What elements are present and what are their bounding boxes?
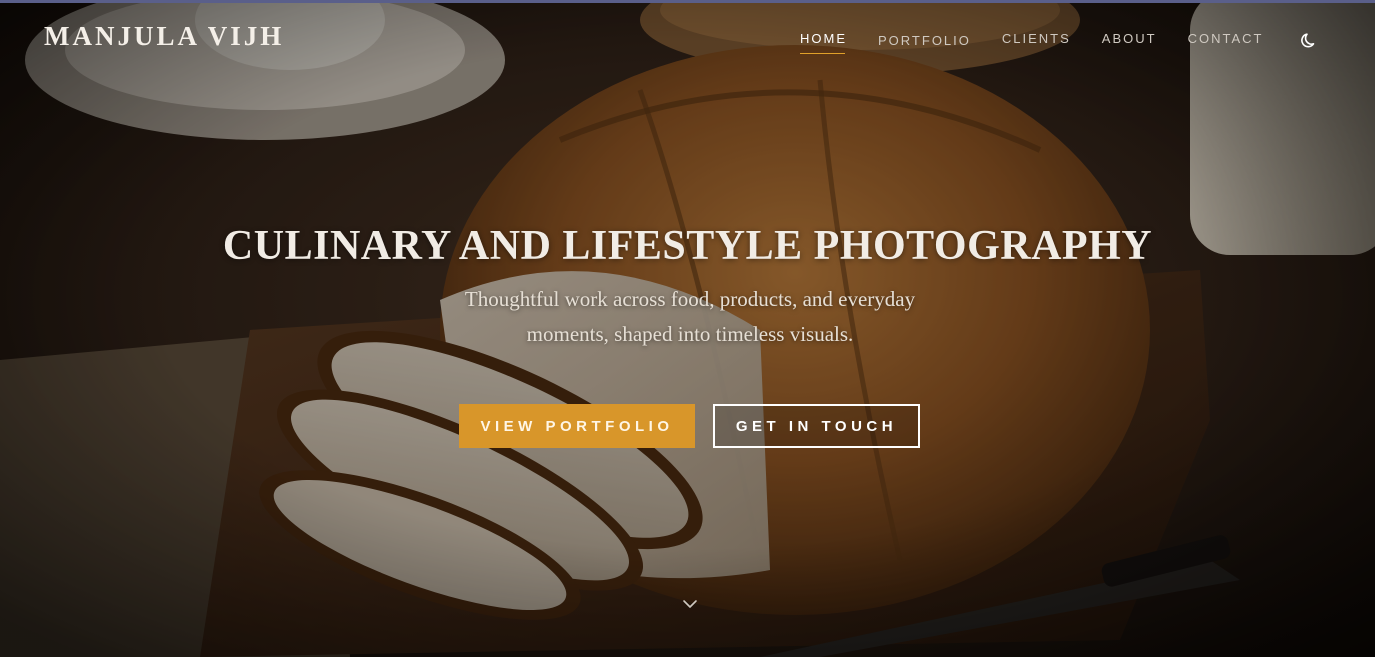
chevron-down-icon xyxy=(683,600,697,608)
theme-toggle-button[interactable] xyxy=(1300,30,1320,50)
hero-title: CULINARY AND LIFESTYLE PHOTOGRAPHY xyxy=(222,223,1153,269)
hero-subtitle-line-2: moments, shaped into timeless visuals. xyxy=(526,322,854,346)
hero-subtitle-line-1: Thoughtful work across food, products, a… xyxy=(464,287,916,311)
nav-portfolio[interactable]: PORTFOLIO xyxy=(878,33,971,48)
top-accent-line xyxy=(0,0,1375,3)
main-nav: HOME PORTFOLIO CLIENTS ABOUT CONTACT xyxy=(800,29,1264,54)
site-header: MANJULA VIJH HOME PORTFOLIO CLIENTS ABOU… xyxy=(0,3,1375,73)
page: MANJULA VIJH HOME PORTFOLIO CLIENTS ABOU… xyxy=(0,0,1375,657)
nav-about[interactable]: ABOUT xyxy=(1102,31,1157,46)
nav-contact[interactable]: CONTACT xyxy=(1188,31,1264,46)
hero-subtitle: Thoughtful work across food, products, a… xyxy=(440,282,940,352)
nav-home[interactable]: HOME xyxy=(800,31,847,54)
scroll-down-button[interactable] xyxy=(681,597,699,611)
site-logo[interactable]: MANJULA VIJH xyxy=(44,21,284,52)
get-in-touch-button[interactable]: GET IN TOUCH xyxy=(713,404,920,448)
moon-icon xyxy=(1301,33,1315,48)
view-portfolio-button[interactable]: VIEW PORTFOLIO xyxy=(459,404,695,448)
nav-clients[interactable]: CLIENTS xyxy=(1002,31,1071,46)
